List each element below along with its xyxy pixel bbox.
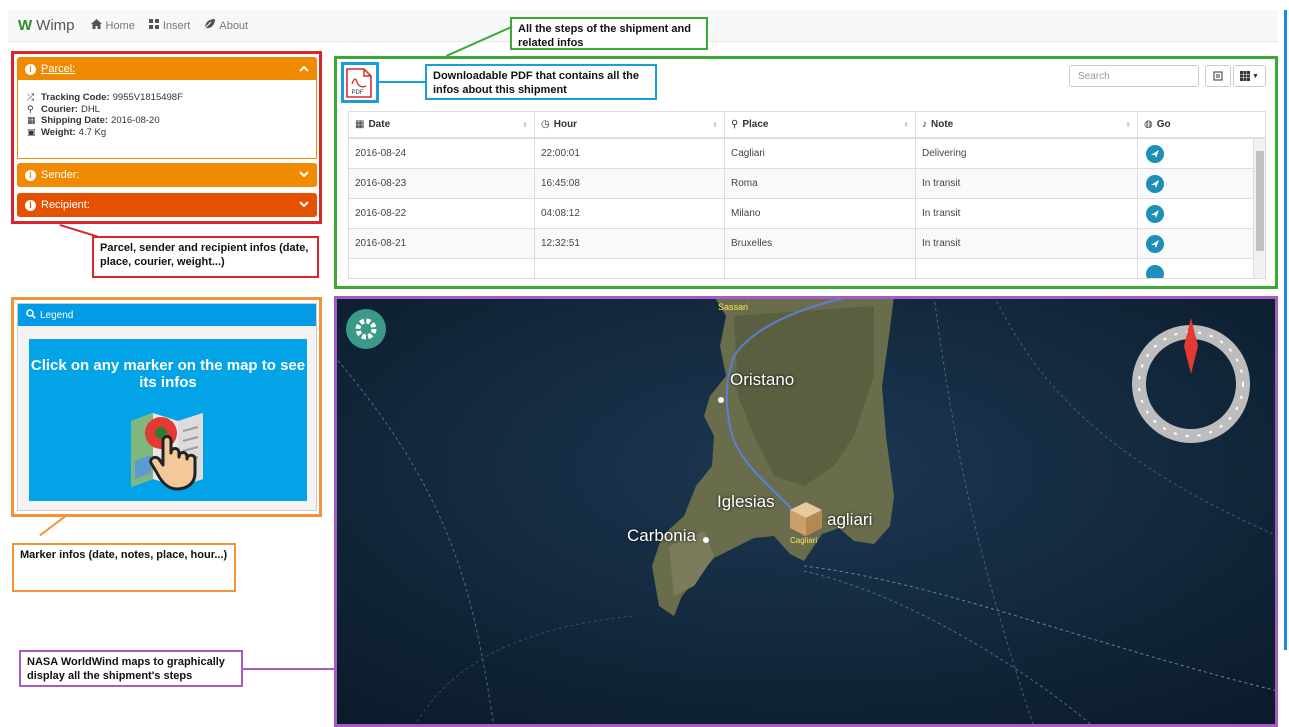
nasa-annotation-line: [243, 668, 334, 670]
leaf-icon: [204, 19, 216, 32]
brand-name: Wimp: [36, 17, 75, 34]
nav-home[interactable]: Home: [90, 19, 135, 32]
nav-insert-label: Insert: [162, 19, 191, 32]
map-annotation-box: [334, 296, 1278, 727]
nav-insert[interactable]: Insert: [148, 19, 191, 32]
page-scrollbar[interactable]: [1284, 10, 1287, 650]
nav-about-label: About: [219, 19, 249, 32]
home-icon: [90, 19, 102, 32]
parcel-annotation-label: Parcel, sender and recipient infos (date…: [92, 236, 319, 278]
pdf-annotation-label: Downloadable PDF that contains all the i…: [425, 64, 657, 100]
nav-about[interactable]: About: [204, 19, 248, 32]
steps-annotation-label: All the steps of the shipment and relate…: [510, 17, 708, 50]
pdf-annotation-box: [341, 62, 379, 103]
grid-icon: [148, 19, 159, 32]
parcel-annotation-box: [11, 51, 322, 224]
legend-annotation-box: [11, 297, 322, 517]
parcel-annotation-line: [59, 224, 99, 238]
marker-annotation-label: Marker infos (date, notes, place, hour..…: [12, 543, 236, 592]
nasa-annotation-label: NASA WorldWind maps to graphically displ…: [19, 650, 243, 687]
marker-annotation-line: [39, 515, 66, 537]
wimp-w-icon: W: [18, 17, 33, 34]
nav-home-label: Home: [105, 19, 135, 32]
brand-logo[interactable]: W Wimp: [18, 17, 75, 34]
pdf-annotation-line: [379, 81, 425, 83]
